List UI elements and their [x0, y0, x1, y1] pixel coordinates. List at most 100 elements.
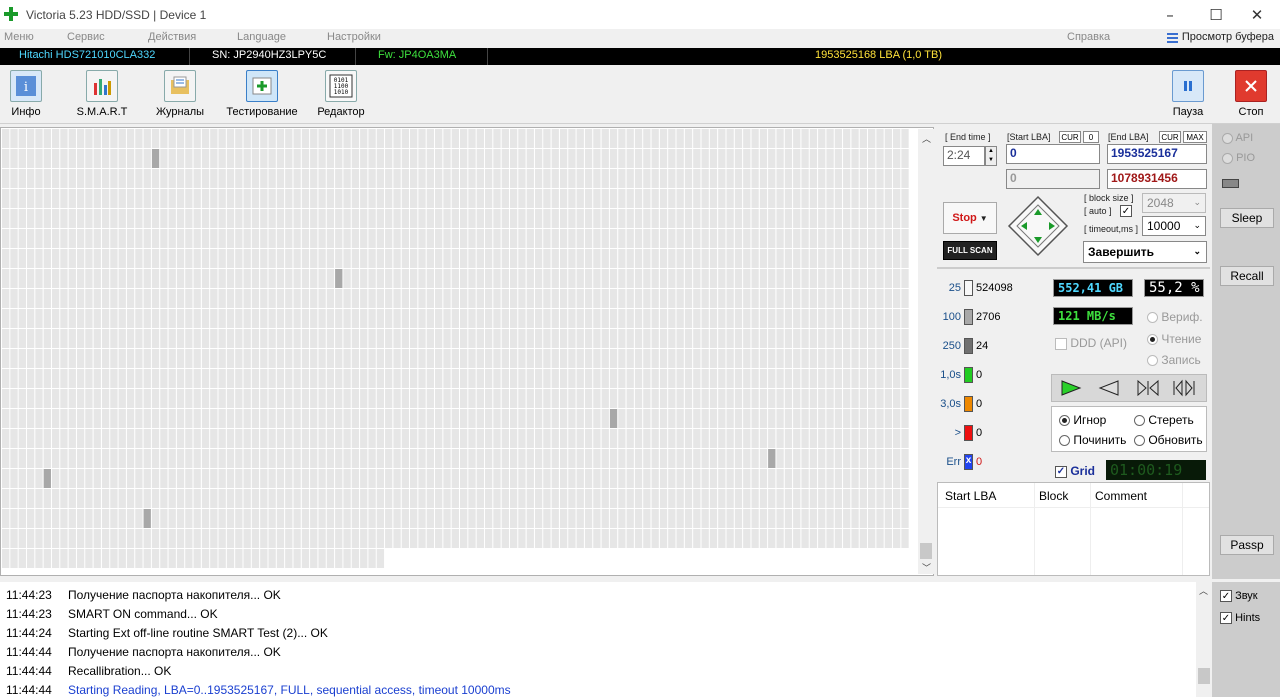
- scan-block: [285, 529, 293, 548]
- info-button[interactable]: i Инфо: [6, 70, 46, 122]
- menu-item-service[interactable]: Сервис: [67, 31, 105, 43]
- sleep-button[interactable]: Sleep: [1220, 208, 1274, 228]
- scan-block: [443, 289, 451, 308]
- buffer-view-button[interactable]: Просмотр буфера: [1166, 31, 1274, 43]
- scan-block: [351, 329, 360, 348]
- menu-item-language[interactable]: Language: [237, 31, 286, 43]
- full-scan-button[interactable]: FULL SCAN: [943, 241, 997, 260]
- sound-checkbox[interactable]: ✓ Звук: [1220, 590, 1258, 603]
- scan-block: [26, 449, 35, 468]
- ddd-api-checkbox[interactable]: DDD (API): [1055, 336, 1127, 350]
- start-lba-input[interactable]: 0: [1006, 144, 1100, 164]
- scan-block: [868, 389, 876, 408]
- write-radio[interactable]: Запись: [1147, 353, 1201, 367]
- api-radio[interactable]: API: [1222, 132, 1253, 144]
- scan-block: [451, 429, 459, 448]
- testing-button[interactable]: Тестирование: [222, 70, 302, 122]
- scan-block: [285, 409, 293, 428]
- scan-block: [809, 249, 818, 268]
- start-lba-zero-button[interactable]: 0: [1083, 131, 1099, 143]
- scan-block: [410, 129, 418, 148]
- grid-scrollbar[interactable]: ︿ ﹀: [918, 129, 934, 574]
- scroll-thumb[interactable]: [920, 543, 932, 559]
- scan-block: [618, 509, 626, 528]
- end-lba-cur-button[interactable]: CUR: [1159, 131, 1181, 143]
- menu-item-settings[interactable]: Настройки: [327, 31, 381, 43]
- scroll-thumb[interactable]: [1198, 668, 1210, 684]
- close-button[interactable]: ✕: [1234, 0, 1280, 29]
- passport-button[interactable]: Passp: [1220, 535, 1274, 555]
- scan-block: [826, 269, 834, 288]
- scan-block: [335, 169, 343, 188]
- play-forward-icon[interactable]: [1060, 379, 1082, 397]
- scan-block: [176, 169, 185, 188]
- scan-block: [834, 269, 843, 288]
- scan-block: [418, 409, 426, 428]
- scan-block: [859, 169, 868, 188]
- scroll-down-icon[interactable]: ﹀: [922, 561, 931, 574]
- scan-block: [693, 149, 701, 168]
- direction-pad-icon[interactable]: [1007, 195, 1069, 257]
- menu-item-actions[interactable]: Действия: [148, 31, 196, 43]
- recall-button[interactable]: Recall: [1220, 266, 1274, 286]
- block-size-select[interactable]: 2048 ⌄: [1142, 193, 1206, 213]
- stop-button[interactable]: Стоп: [1230, 70, 1272, 122]
- hints-checkbox[interactable]: ✓ Hints: [1220, 612, 1260, 625]
- ignore-radio[interactable]: Игнор: [1059, 413, 1106, 427]
- refresh-radio[interactable]: Обновить: [1134, 433, 1203, 447]
- stop-mode-dropdown[interactable]: Stop ▼: [943, 202, 997, 234]
- play-backward-icon[interactable]: [1098, 379, 1120, 397]
- start-lba-cur-button[interactable]: CUR: [1059, 131, 1081, 143]
- scan-block: [751, 429, 759, 448]
- scan-block: [435, 249, 443, 268]
- skip-back-icon[interactable]: [1136, 379, 1160, 397]
- scan-block: [368, 169, 376, 188]
- scan-block: [35, 429, 43, 448]
- smart-button[interactable]: S.M.A.R.T: [74, 70, 130, 122]
- scan-block: [693, 349, 701, 368]
- scan-block: [68, 189, 76, 208]
- scan-block: [701, 189, 709, 208]
- grid-checkbox[interactable]: ✓ Grid: [1055, 464, 1095, 478]
- skip-end-icon[interactable]: [1172, 379, 1196, 397]
- scan-block: [168, 449, 176, 468]
- maximize-button[interactable]: ☐: [1193, 0, 1239, 29]
- read-radio[interactable]: Чтение: [1147, 332, 1201, 346]
- scan-block: [168, 369, 176, 388]
- scan-block: [410, 509, 418, 528]
- menu-item-menu[interactable]: Меню: [4, 31, 34, 43]
- scan-block: [101, 229, 110, 248]
- end-lba-max-button[interactable]: MAX: [1183, 131, 1207, 143]
- scroll-up-icon[interactable]: ︿: [1199, 584, 1208, 597]
- pause-button[interactable]: Пауза: [1168, 70, 1208, 122]
- log-scrollbar[interactable]: ︿: [1196, 582, 1212, 697]
- scan-block: [743, 389, 751, 408]
- minimize-button[interactable]: –: [1147, 0, 1193, 29]
- end-lba-input[interactable]: 1953525167: [1107, 144, 1207, 164]
- menu-item-help[interactable]: Справка: [1067, 31, 1110, 43]
- scan-block: [684, 269, 693, 288]
- scroll-up-icon[interactable]: ︿: [922, 132, 931, 145]
- verify-radio[interactable]: Вериф.: [1147, 310, 1203, 324]
- erase-radio[interactable]: Стереть: [1134, 413, 1194, 427]
- scan-block: [676, 269, 684, 288]
- scan-block: [851, 489, 859, 508]
- timeout-select[interactable]: 10000 ⌄: [1142, 216, 1206, 236]
- scan-block: [43, 549, 51, 568]
- finish-action-select[interactable]: Завершить ⌄: [1083, 241, 1207, 263]
- end-time-input[interactable]: 2:24: [943, 146, 985, 166]
- scan-block: [2, 549, 10, 568]
- scan-block: [901, 429, 909, 448]
- scan-block: [776, 329, 784, 348]
- pio-radio[interactable]: PIO: [1222, 152, 1255, 164]
- logs-button[interactable]: Журналы: [154, 70, 206, 122]
- repair-radio[interactable]: Починить: [1059, 433, 1126, 447]
- scan-block: [293, 369, 301, 388]
- scan-block: [509, 209, 518, 228]
- auto-checkbox[interactable]: ✓: [1120, 205, 1132, 217]
- end-time-spinner[interactable]: ▲ ▼: [985, 146, 997, 166]
- scan-block: [376, 149, 385, 168]
- editor-button[interactable]: 0101 1100 1010 Редактор: [314, 70, 368, 122]
- scan-block: [301, 409, 310, 428]
- scan-block: [426, 309, 435, 328]
